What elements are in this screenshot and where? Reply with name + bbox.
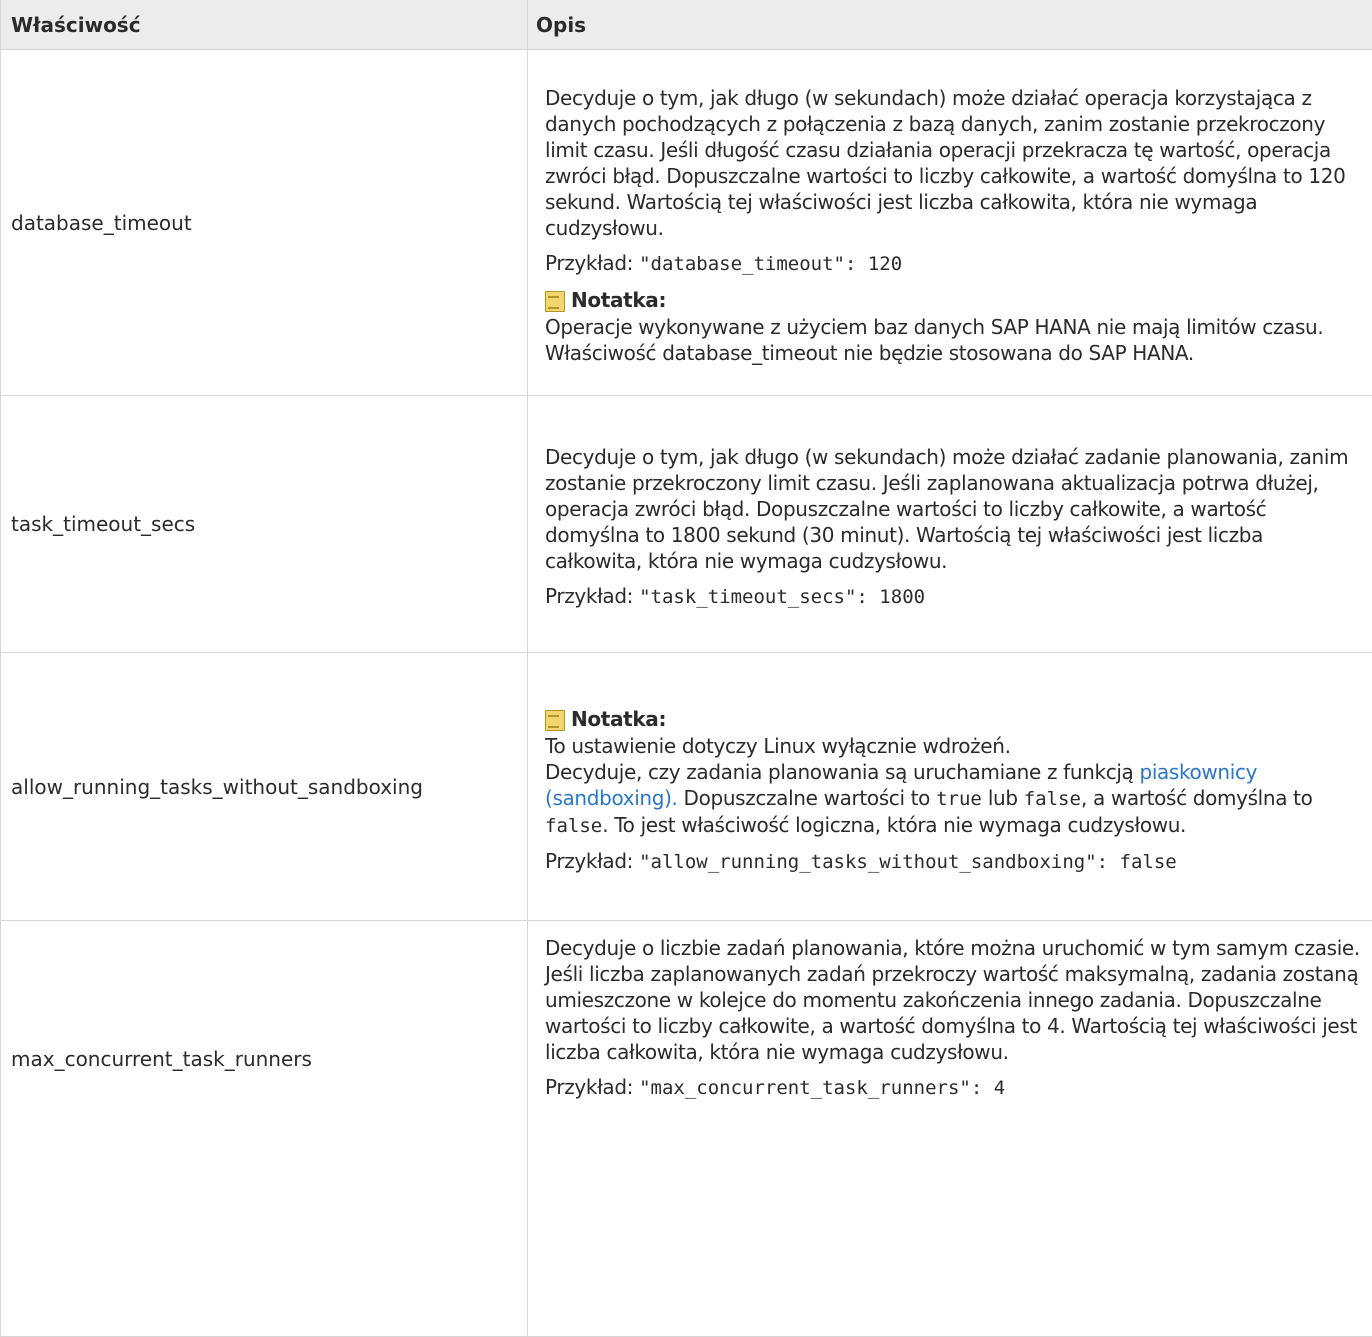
property-name: allow_running_tasks_without_sandboxing [1, 653, 528, 921]
property-description: Decyduje o tym, jak długo (w sekundach) … [528, 396, 1372, 653]
note: Notatka: Operacje wykonywane z użyciem b… [545, 286, 1364, 366]
example-code: "max_concurrent_task_runners": 4 [639, 1077, 1005, 1099]
note-label: Notatka: [571, 287, 666, 313]
table-row: task_timeout_secs Decyduje o tym, jak dł… [1, 396, 1372, 653]
code-false: false [545, 815, 602, 837]
note-icon [545, 708, 565, 730]
code-false: false [1024, 788, 1081, 810]
example-label: Przykład: [545, 1075, 639, 1099]
example-line: Przykład: "allow_running_tasks_without_s… [545, 848, 1364, 875]
description-text: Decyduje o tym, jak długo (w sekundach) … [545, 85, 1364, 241]
example-label: Przykład: [545, 849, 639, 873]
note-text: Operacje wykonywane z użyciem baz danych… [545, 314, 1364, 366]
properties-table: Właściwość Opis database_timeout Decyduj… [0, 0, 1372, 1337]
code-true: true [936, 788, 982, 810]
note-label: Notatka: [571, 706, 666, 732]
example-line: Przykład: "max_concurrent_task_runners":… [545, 1074, 1364, 1101]
table-header-row: Właściwość Opis [1, 0, 1372, 50]
property-description: Notatka: To ustawienie dotyczy Linux wył… [528, 653, 1372, 921]
example-line: Przykład: "database_timeout": 120 [545, 250, 1364, 277]
example-line: Przykład: "task_timeout_secs": 1800 [545, 583, 1364, 610]
column-header-description: Opis [528, 0, 1372, 50]
description-text: Decyduje, czy zadania planowania są uruc… [545, 759, 1364, 839]
property-description: Decyduje o liczbie zadań planowania, któ… [528, 921, 1372, 1337]
property-name: database_timeout [1, 50, 528, 396]
note-icon [545, 289, 565, 311]
table-row: database_timeout Decyduje o tym, jak dłu… [1, 50, 1372, 396]
note: Notatka: To ustawienie dotyczy Linux wył… [545, 705, 1364, 759]
example-label: Przykład: [545, 584, 639, 608]
example-code: "allow_running_tasks_without_sandboxing"… [639, 851, 1177, 873]
example-label: Przykład: [545, 251, 639, 275]
example-code: "database_timeout": 120 [639, 253, 902, 275]
example-code: "task_timeout_secs": 1800 [639, 586, 925, 608]
property-description: Decyduje o tym, jak długo (w sekundach) … [528, 50, 1372, 396]
description-text: Decyduje o tym, jak długo (w sekundach) … [545, 444, 1364, 574]
column-header-property: Właściwość [1, 0, 528, 50]
description-text: Decyduje o liczbie zadań planowania, któ… [545, 935, 1364, 1065]
property-name: max_concurrent_task_runners [1, 921, 528, 1337]
table-row: max_concurrent_task_runners Decyduje o l… [1, 921, 1372, 1337]
note-text: To ustawienie dotyczy Linux wyłącznie wd… [545, 733, 1364, 759]
property-name: task_timeout_secs [1, 396, 528, 653]
table-row: allow_running_tasks_without_sandboxing N… [1, 653, 1372, 921]
